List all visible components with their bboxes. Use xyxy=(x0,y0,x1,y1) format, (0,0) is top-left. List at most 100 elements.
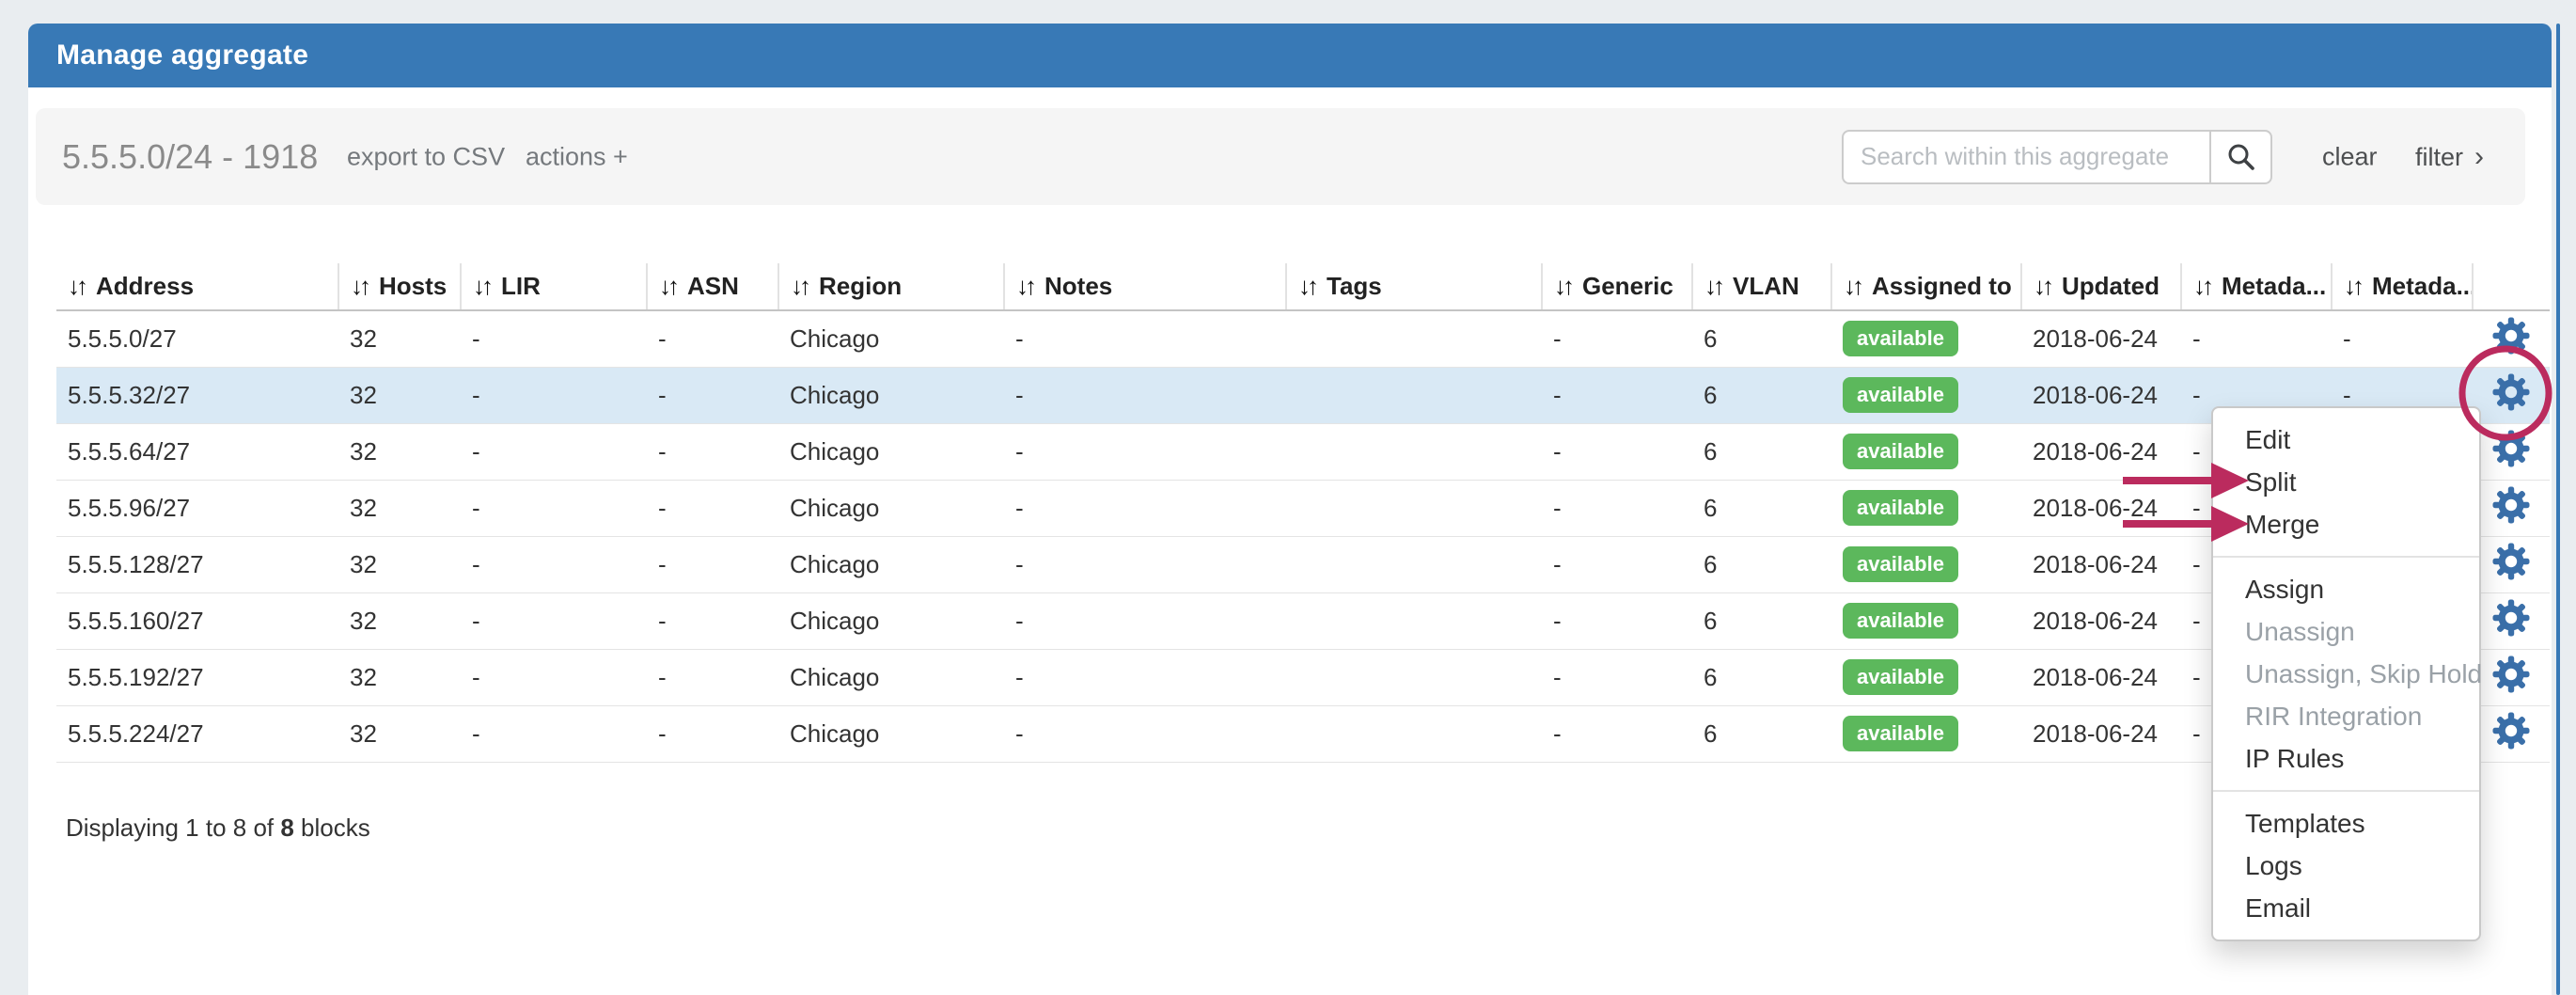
row-actions-gear-button[interactable] xyxy=(2492,543,2530,580)
column-header-metada[interactable]: ↓↑Metada... xyxy=(2181,263,2332,310)
sort-icon: ↓↑ xyxy=(1704,272,1721,300)
cell-vlan: 6 xyxy=(1692,705,1831,762)
cell-assigned_to: available xyxy=(1831,536,2021,592)
column-header-metada[interactable]: ↓↑Metada... xyxy=(2332,263,2473,310)
cell-hosts: 32 xyxy=(338,367,461,423)
cell-updated: 2018-06-24 xyxy=(2021,310,2181,367)
cell-notes: - xyxy=(1004,423,1286,480)
sort-icon: ↓↑ xyxy=(1016,272,1033,300)
column-header-assigned-to[interactable]: ↓↑Assigned to xyxy=(1831,263,2021,310)
cell-tags xyxy=(1286,536,1542,592)
row-actions-gear-button[interactable] xyxy=(2492,373,2530,411)
cell-vlan: 6 xyxy=(1692,367,1831,423)
cell-actions xyxy=(2473,592,2550,649)
table-row[interactable]: 5.5.5.128/2732--Chicago--6available2018-… xyxy=(56,536,2550,592)
column-header-address[interactable]: ↓↑Address xyxy=(56,263,338,310)
cell-vlan: 6 xyxy=(1692,310,1831,367)
gear-icon xyxy=(2492,373,2530,411)
table-body: 5.5.5.0/2732--Chicago--6available2018-06… xyxy=(56,310,2550,762)
gear-icon xyxy=(2492,317,2530,355)
menu-item-ip-rules[interactable]: IP Rules xyxy=(2213,737,2479,780)
menu-item-rir-integration: RIR Integration xyxy=(2213,695,2479,737)
menu-item-split[interactable]: Split xyxy=(2213,461,2479,503)
cell-vlan: 6 xyxy=(1692,480,1831,536)
row-actions-gear-button[interactable] xyxy=(2492,599,2530,637)
cell-lir: - xyxy=(461,705,647,762)
cell-metadata2: - xyxy=(2332,310,2473,367)
cell-actions xyxy=(2473,480,2550,536)
actions-dropdown-button[interactable]: actions + xyxy=(526,142,628,171)
clear-button[interactable]: clear xyxy=(2322,142,2378,171)
table-row[interactable]: 5.5.5.0/2732--Chicago--6available2018-06… xyxy=(56,310,2550,367)
sort-icon: ↓↑ xyxy=(351,272,368,300)
row-actions-gear-button[interactable] xyxy=(2492,712,2530,750)
column-header-region[interactable]: ↓↑Region xyxy=(778,263,1004,310)
column-label: Address xyxy=(96,272,194,300)
cell-assigned_to: available xyxy=(1831,310,2021,367)
column-header-lir[interactable]: ↓↑LIR xyxy=(461,263,647,310)
aggregate-label: 5.5.5.0/24 - 1918 xyxy=(62,137,318,177)
cell-vlan: 6 xyxy=(1692,423,1831,480)
cell-metadata1: - xyxy=(2181,310,2332,367)
menu-section: TemplatesLogsEmail xyxy=(2213,790,2479,940)
search-group xyxy=(1842,130,2272,184)
column-header-asn[interactable]: ↓↑ASN xyxy=(647,263,778,310)
menu-item-email[interactable]: Email xyxy=(2213,887,2479,929)
row-actions-gear-button[interactable] xyxy=(2492,317,2530,355)
column-label: Updated xyxy=(2062,272,2160,300)
search-input[interactable] xyxy=(1842,130,2209,184)
cell-generic: - xyxy=(1542,536,1692,592)
column-label: Metada... xyxy=(2372,272,2473,300)
column-header-generic[interactable]: ↓↑Generic xyxy=(1542,263,1692,310)
table-row[interactable]: 5.5.5.160/2732--Chicago--6available2018-… xyxy=(56,592,2550,649)
search-button[interactable] xyxy=(2209,130,2272,184)
column-header-updated[interactable]: ↓↑Updated xyxy=(2021,263,2181,310)
cell-address: 5.5.5.160/27 xyxy=(56,592,338,649)
cell-hosts: 32 xyxy=(338,310,461,367)
cell-region: Chicago xyxy=(778,649,1004,705)
column-label: Metada... xyxy=(2222,272,2326,300)
table-row[interactable]: 5.5.5.192/2732--Chicago--6available2018-… xyxy=(56,649,2550,705)
cell-lir: - xyxy=(461,592,647,649)
cell-lir: - xyxy=(461,310,647,367)
cell-updated: 2018-06-24 xyxy=(2021,592,2181,649)
cell-notes: - xyxy=(1004,480,1286,536)
menu-item-merge[interactable]: Merge xyxy=(2213,503,2479,545)
table-row[interactable]: 5.5.5.224/2732--Chicago--6available2018-… xyxy=(56,705,2550,762)
cell-region: Chicago xyxy=(778,367,1004,423)
scrollbar[interactable] xyxy=(2556,24,2560,995)
menu-item-edit[interactable]: Edit xyxy=(2213,419,2479,461)
status-badge: available xyxy=(1843,490,1958,526)
column-header-notes[interactable]: ↓↑Notes xyxy=(1004,263,1286,310)
row-actions-gear-button[interactable] xyxy=(2492,655,2530,693)
export-csv-button[interactable]: export to CSV xyxy=(347,142,505,171)
cell-asn: - xyxy=(647,310,778,367)
cell-notes: - xyxy=(1004,705,1286,762)
column-header-hosts[interactable]: ↓↑Hosts xyxy=(338,263,461,310)
gear-icon xyxy=(2492,430,2530,467)
cell-tags xyxy=(1286,480,1542,536)
table-row[interactable]: 5.5.5.32/2732--Chicago--6available2018-0… xyxy=(56,367,2550,423)
row-actions-gear-button[interactable] xyxy=(2492,430,2530,467)
filter-label: filter xyxy=(2415,143,2463,171)
cell-hosts: 32 xyxy=(338,480,461,536)
cell-updated: 2018-06-24 xyxy=(2021,367,2181,423)
menu-item-templates[interactable]: Templates xyxy=(2213,802,2479,845)
status-badge: available xyxy=(1843,321,1958,356)
table-row[interactable]: 5.5.5.64/2732--Chicago--6available2018-0… xyxy=(56,423,2550,480)
cell-tags xyxy=(1286,649,1542,705)
cell-address: 5.5.5.96/27 xyxy=(56,480,338,536)
column-header-tags[interactable]: ↓↑Tags xyxy=(1286,263,1542,310)
column-header-vlan[interactable]: ↓↑VLAN xyxy=(1692,263,1831,310)
menu-item-logs[interactable]: Logs xyxy=(2213,845,2479,887)
cell-region: Chicago xyxy=(778,423,1004,480)
table-row[interactable]: 5.5.5.96/2732--Chicago--6available2018-0… xyxy=(56,480,2550,536)
filter-button[interactable]: filter› xyxy=(2415,141,2484,173)
cell-hosts: 32 xyxy=(338,423,461,480)
sort-icon: ↓↑ xyxy=(1844,272,1861,300)
row-actions-gear-button[interactable] xyxy=(2492,486,2530,524)
manage-aggregate-panel: Manage aggregate 5.5.5.0/24 - 1918 expor… xyxy=(28,24,2552,995)
gear-icon xyxy=(2492,599,2530,637)
menu-section: EditSplitMerge xyxy=(2213,408,2479,556)
menu-item-assign[interactable]: Assign xyxy=(2213,568,2479,610)
